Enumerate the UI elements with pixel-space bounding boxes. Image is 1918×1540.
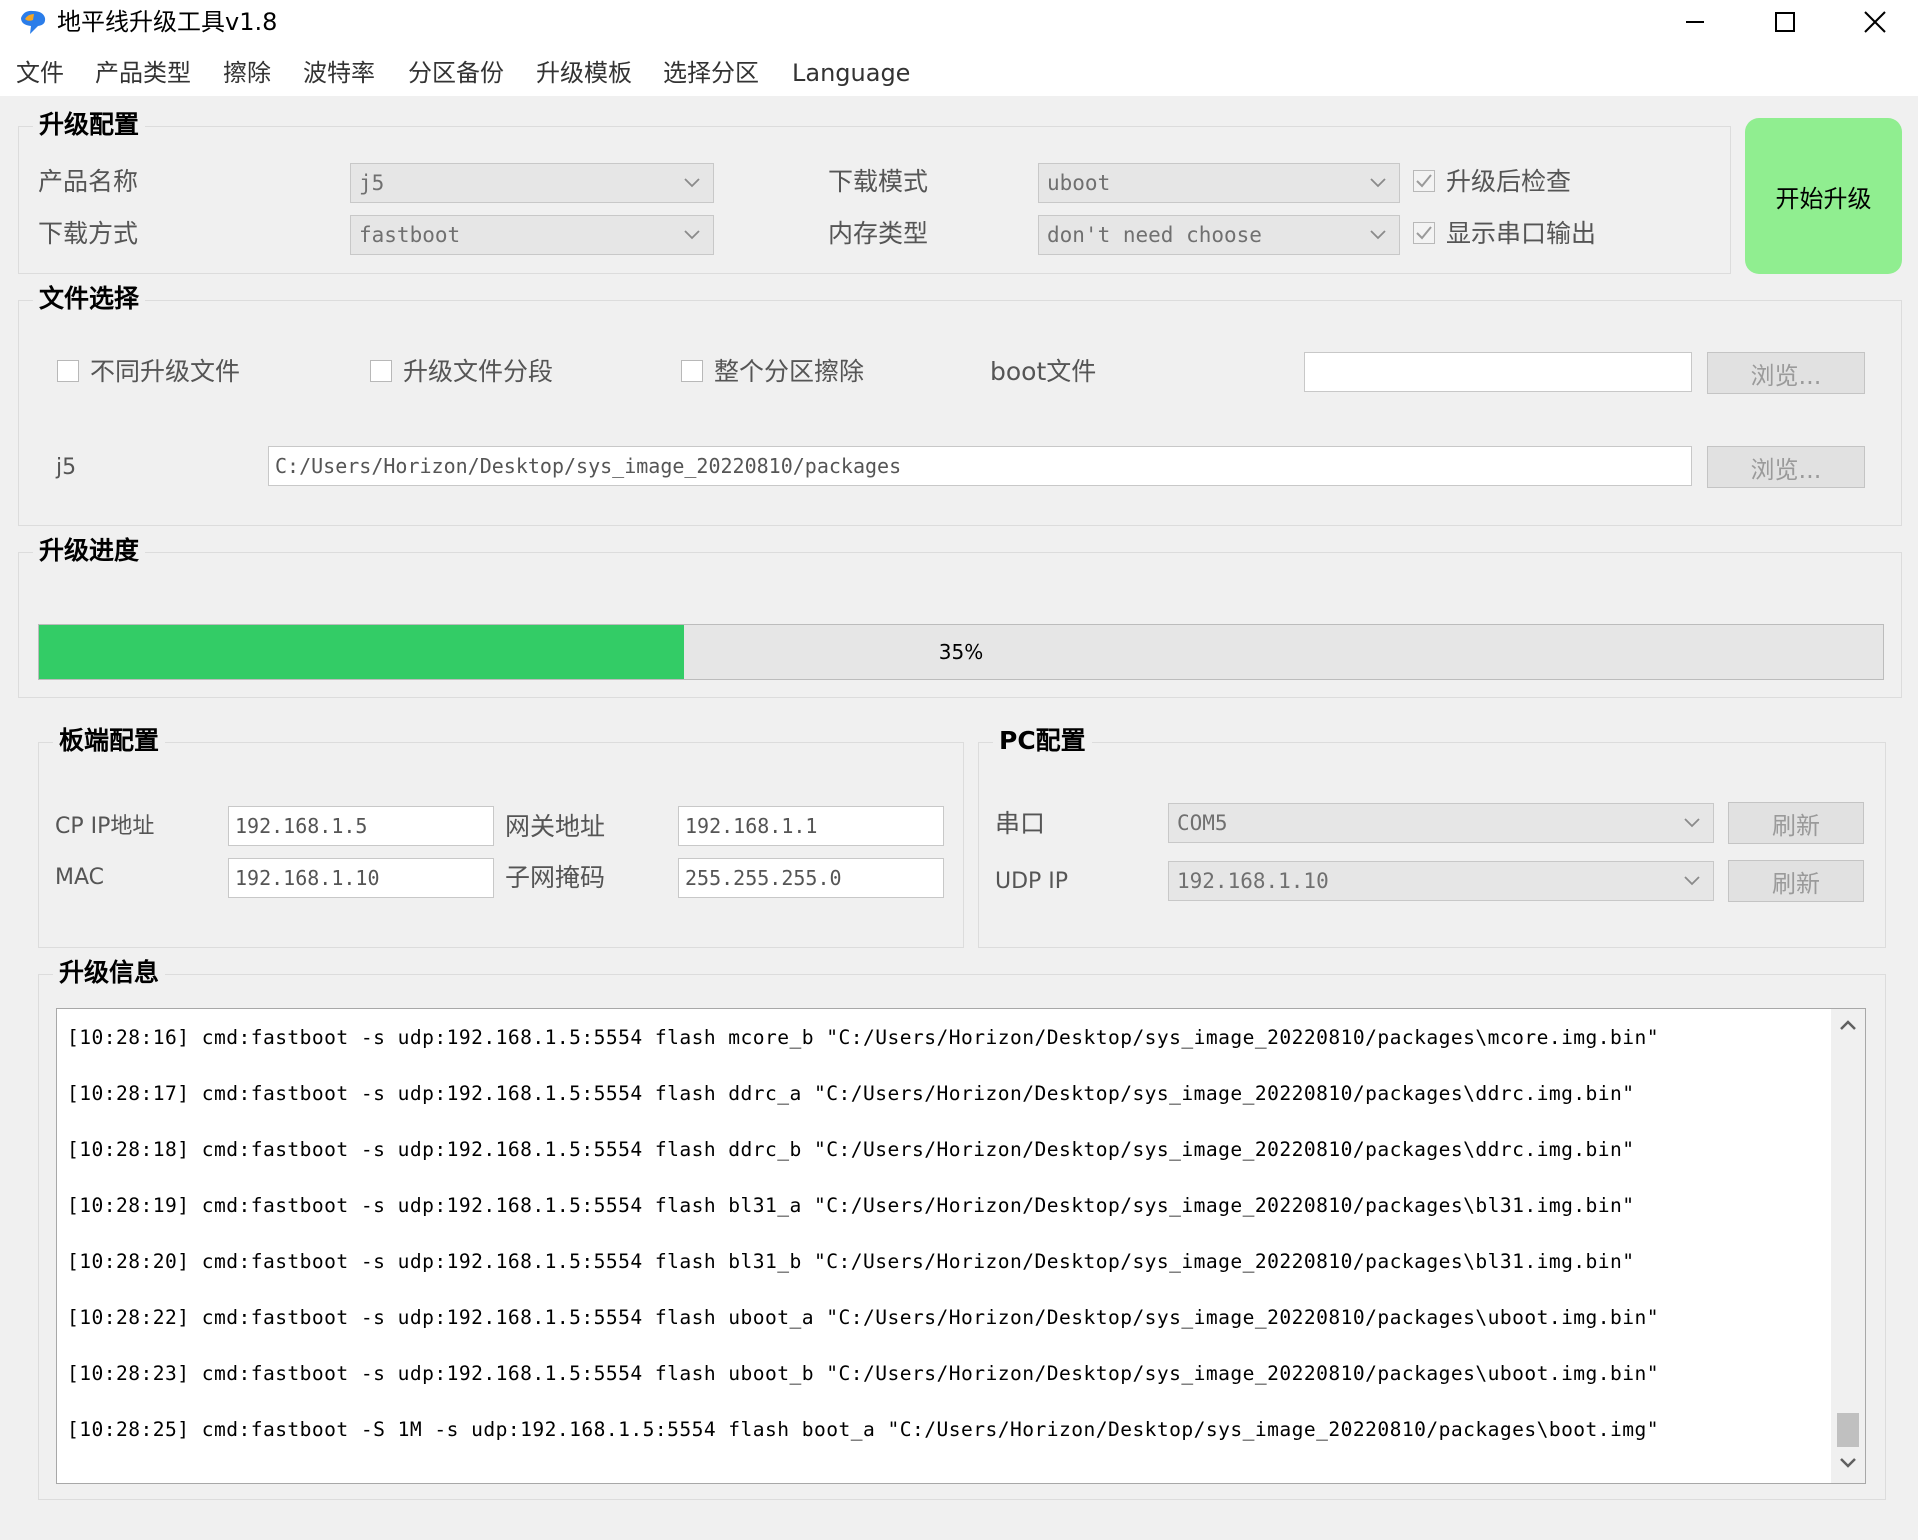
progress-bar: 35%: [38, 624, 1884, 680]
udp-ip-label: UDP IP: [995, 869, 1069, 894]
udp-ip-value: 192.168.1.10: [1177, 869, 1329, 893]
log-line: [10:28:18] cmd:fastboot -s udp:192.168.1…: [67, 1138, 1635, 1161]
start-upgrade-button[interactable]: 开始升级: [1745, 118, 1902, 274]
browse-j5-button[interactable]: 浏览...: [1707, 446, 1865, 488]
cp-ip-input[interactable]: 192.168.1.5: [228, 806, 494, 846]
download-mode-select[interactable]: uboot: [1038, 163, 1400, 203]
gateway-input[interactable]: 192.168.1.1: [678, 806, 944, 846]
maximize-icon: [1775, 12, 1795, 32]
minimize-button[interactable]: [1650, 0, 1740, 44]
j5-path-input[interactable]: C:/Users/Horizon/Desktop/sys_image_20220…: [268, 446, 1692, 486]
chevron-up-icon[interactable]: [1836, 1015, 1860, 1039]
log-line: [10:28:20] cmd:fastboot -s udp:192.168.1…: [67, 1250, 1635, 1273]
whole-erase-label: 整个分区擦除: [714, 357, 865, 386]
log-line: [10:28:17] cmd:fastboot -s udp:192.168.1…: [67, 1082, 1635, 1105]
check-after-upgrade-label: 升级后检查: [1446, 167, 1572, 196]
file-segment-checkbox[interactable]: [370, 360, 392, 382]
board-config-title: 板端配置: [53, 725, 166, 757]
download-mode-value: uboot: [1047, 171, 1111, 195]
chevron-down-icon[interactable]: [1836, 1453, 1860, 1477]
netmask-label: 子网掩码: [505, 863, 606, 892]
menu-select-partition[interactable]: 选择分区: [663, 58, 759, 88]
download-method-value: fastboot: [359, 223, 461, 247]
download-method-label: 下载方式: [38, 219, 139, 248]
upgrade-info-title: 升级信息: [53, 957, 166, 989]
menu-bar: 文件 产品类型 擦除 波特率 分区备份 升级模板 选择分区 Language: [0, 44, 1918, 96]
download-method-select[interactable]: fastboot: [350, 215, 714, 255]
chevron-down-icon: [679, 164, 705, 202]
udp-ip-select[interactable]: 192.168.1.10: [1168, 861, 1714, 901]
boot-file-label: boot文件: [990, 357, 1097, 386]
file-select-group: 文件选择: [18, 283, 1902, 526]
maximize-button[interactable]: [1740, 0, 1830, 44]
log-line: [10:28:25] cmd:fastboot -S 1M -s udp:192…: [67, 1418, 1660, 1441]
progress-title: 升级进度: [33, 535, 146, 567]
app-logo-icon: [21, 10, 46, 34]
chevron-down-icon: [1679, 804, 1705, 842]
serial-port-label: 串口: [995, 809, 1046, 838]
progress-percent-text: 35%: [938, 640, 984, 664]
log-line: [10:28:19] cmd:fastboot -s udp:192.168.1…: [67, 1194, 1635, 1217]
chevron-down-icon: [1365, 164, 1391, 202]
refresh-serial-button[interactable]: 刷新: [1728, 802, 1864, 844]
close-icon: [1864, 11, 1886, 33]
upgrade-config-title: 升级配置: [33, 109, 146, 141]
mac-input[interactable]: 192.168.1.10: [228, 858, 494, 898]
chevron-down-icon: [1365, 216, 1391, 254]
cp-ip-label: CP IP地址: [55, 814, 155, 839]
file-select-title: 文件选择: [33, 283, 146, 315]
log-line: [10:28:22] cmd:fastboot -s udp:192.168.1…: [67, 1306, 1660, 1329]
download-mode-label: 下载模式: [828, 167, 929, 196]
log-line: [10:28:23] cmd:fastboot -s udp:192.168.1…: [67, 1362, 1660, 1385]
scrollbar-thumb[interactable]: [1837, 1413, 1859, 1447]
menu-language[interactable]: Language: [792, 58, 910, 88]
menu-baud-rate[interactable]: 波特率: [303, 58, 375, 88]
browse-boot-button[interactable]: 浏览...: [1707, 352, 1865, 394]
title-bar: 地平线升级工具v1.8: [0, 0, 1918, 44]
product-name-select[interactable]: j5: [350, 163, 714, 203]
log-line: [10:28:16] cmd:fastboot -s udp:192.168.1…: [67, 1026, 1660, 1049]
memory-type-value: don't need choose: [1047, 223, 1262, 247]
log-scrollbar[interactable]: [1831, 1009, 1865, 1483]
serial-port-select[interactable]: COM5: [1168, 803, 1714, 843]
memory-type-select[interactable]: don't need choose: [1038, 215, 1400, 255]
product-name-value: j5: [359, 171, 385, 195]
menu-partition-backup[interactable]: 分区备份: [408, 58, 504, 88]
show-serial-output-label: 显示串口输出: [1446, 219, 1597, 248]
checkmark-icon: [1416, 174, 1432, 188]
serial-port-value: COM5: [1177, 811, 1228, 835]
file-segment-label: 升级文件分段: [403, 357, 554, 386]
boot-file-input[interactable]: [1304, 352, 1692, 392]
log-textarea[interactable]: [10:28:16] cmd:fastboot -s udp:192.168.1…: [56, 1008, 1866, 1484]
product-name-label: 产品名称: [38, 167, 139, 196]
check-after-upgrade-checkbox[interactable]: [1413, 170, 1435, 192]
refresh-udp-button[interactable]: 刷新: [1728, 860, 1864, 902]
chevron-down-icon: [1679, 862, 1705, 900]
chevron-down-icon: [679, 216, 705, 254]
close-button[interactable]: [1830, 0, 1918, 44]
netmask-input[interactable]: 255.255.255.0: [678, 858, 944, 898]
j5-path-label: j5: [56, 455, 77, 480]
gateway-label: 网关地址: [505, 812, 606, 841]
different-files-checkbox[interactable]: [57, 360, 79, 382]
menu-upgrade-template[interactable]: 升级模板: [536, 58, 632, 88]
mac-label: MAC: [55, 865, 105, 890]
pc-config-group: PC配置: [978, 725, 1886, 948]
menu-product-type[interactable]: 产品类型: [95, 58, 191, 88]
menu-file[interactable]: 文件: [16, 58, 64, 88]
different-files-label: 不同升级文件: [90, 357, 241, 386]
checkmark-icon: [1416, 226, 1432, 240]
upgrade-config-group: 升级配置: [18, 109, 1731, 274]
show-serial-output-checkbox[interactable]: [1413, 222, 1435, 244]
minimize-icon: [1686, 21, 1704, 23]
whole-erase-checkbox[interactable]: [681, 360, 703, 382]
menu-erase[interactable]: 擦除: [223, 58, 271, 88]
window-title: 地平线升级工具v1.8: [57, 8, 278, 36]
pc-config-title: PC配置: [993, 725, 1092, 757]
memory-type-label: 内存类型: [828, 219, 929, 248]
